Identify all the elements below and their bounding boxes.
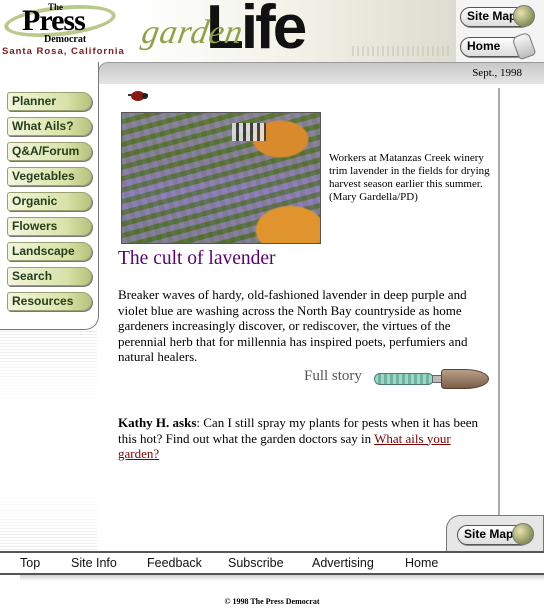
photo-caption: Workers at Matanzas Creek winery trim la… (329, 152, 490, 203)
sidebar-item-search[interactable]: Search (7, 267, 92, 286)
logo-city: Santa Rosa, California (2, 46, 125, 57)
issue-date: Sept., 1998 (472, 67, 522, 79)
right-divider (498, 88, 500, 518)
sidebar-item-vegetables[interactable]: Vegetables (7, 167, 92, 186)
page-header: The Press Democrat Santa Rosa, Californi… (0, 0, 544, 62)
trowel-icon (374, 373, 434, 385)
copyright-notice: © 1998 The Press Democrat (224, 597, 320, 606)
logo-press: Press (22, 4, 86, 37)
full-story-link[interactable]: Full story (304, 366, 490, 394)
footer-link-advertising[interactable]: Advertising (312, 556, 374, 570)
sidebar-item-what-ails[interactable]: What Ails? (7, 117, 92, 136)
ladybug-icon (126, 88, 148, 104)
footer-link-site-info[interactable]: Site Info (71, 556, 117, 570)
site-map-label: Site Map (467, 9, 517, 23)
sidebar-item-resources[interactable]: Resources (7, 292, 92, 311)
footer-nav: Top Site Info Feedback Subscribe Adverti… (0, 551, 544, 575)
full-story-label: Full story (304, 368, 362, 384)
masthead-decoration (352, 46, 452, 56)
footer-site-map-label: Site Map (464, 527, 514, 541)
footer-link-top[interactable]: Top (20, 556, 40, 570)
footer-site-map-button[interactable]: Site Map (457, 523, 534, 545)
qa-asker: Kathy H. asks (118, 415, 197, 430)
footer-link-home[interactable]: Home (405, 556, 438, 570)
footer-shadow (20, 575, 544, 581)
pointing-hand-icon (511, 31, 537, 61)
header-nav: Site Map Home (456, 0, 544, 62)
sidebar-fade-decoration (0, 330, 97, 410)
garden-life-masthead: Life garden (130, 0, 456, 62)
footer-link-feedback[interactable]: Feedback (147, 556, 202, 570)
sidebar-nav: Planner What Ails? Q&A/Forum Vegetables … (0, 62, 99, 330)
date-bar: Sept., 1998 (98, 62, 544, 84)
home-label: Home (467, 39, 501, 53)
globe-icon (513, 5, 535, 27)
photo-workers (232, 123, 266, 141)
article-headline[interactable]: The cult of lavender (118, 248, 276, 270)
sidebar-item-planner[interactable]: Planner (7, 92, 92, 111)
sidebar-item-flowers[interactable]: Flowers (7, 217, 92, 236)
sidebar-item-organic[interactable]: Organic (7, 192, 92, 211)
masthead-garden: garden (138, 14, 247, 51)
footer-link-subscribe[interactable]: Subscribe (228, 556, 284, 570)
press-democrat-logo[interactable]: The Press Democrat Santa Rosa, Californi… (0, 0, 130, 62)
sidebar-item-landscape[interactable]: Landscape (7, 242, 92, 261)
site-map-button[interactable]: Site Map (460, 5, 535, 27)
article-lede: Breaker waves of hardy, old-fashioned la… (118, 287, 468, 364)
footer-site-map-tab: Site Map (446, 515, 544, 553)
qa-teaser: Kathy H. asks: Can I still spray my plan… (118, 415, 492, 462)
footer-fade-decoration (0, 490, 97, 550)
sidebar-item-qa-forum[interactable]: Q&A/Forum (7, 142, 92, 161)
logo-democrat: Democrat (44, 34, 87, 45)
home-button[interactable]: Home (460, 31, 537, 61)
lavender-field-photo (121, 112, 321, 244)
globe-icon (512, 523, 534, 545)
